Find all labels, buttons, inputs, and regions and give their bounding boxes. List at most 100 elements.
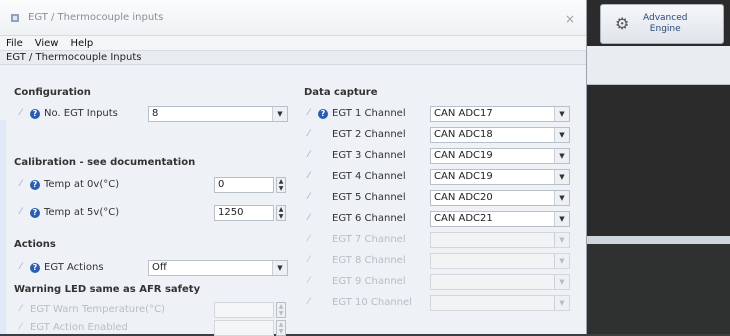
channel-select[interactable]: CAN ADC21 ▼ [430,211,570,227]
wrench-icon: ⁄ [308,297,310,307]
help-icon[interactable]: ? [30,262,40,273]
temp5-input[interactable]: 1250 [214,205,274,221]
chevron-down-icon[interactable]: ▼ [554,191,569,205]
chevron-down-icon[interactable]: ▼ [554,170,569,184]
close-icon[interactable]: × [565,12,575,26]
egt-actions-label: EGT Actions [44,262,104,273]
temp5-value: 1250 [218,207,244,218]
channel-select[interactable]: CAN ADC19 ▼ [430,169,570,185]
channel-select[interactable]: ▼ [430,295,570,311]
left-edge-highlight [0,120,6,334]
wrench-icon: ⁄ [20,179,22,189]
chevron-down-icon[interactable]: ▼ [272,261,287,275]
chevron-down-icon[interactable]: ▼ [554,128,569,142]
wrench-icon: ⁄ [20,322,22,332]
channel-select[interactable]: ▼ [430,253,570,269]
wrench-icon: ⁄ [308,171,310,181]
channel-row: ⁄ EGT 4 Channel [308,171,406,182]
wrench-icon: ⁄ [20,262,22,272]
action-enabled-label: EGT Action Enabled [30,322,128,333]
help-icon[interactable]: ? [30,108,40,119]
advanced-engine-label: Advanced Engine [643,13,687,35]
menu-file[interactable]: File [6,38,23,49]
channel-label: EGT 2 Channel [332,129,406,140]
channel-value: CAN ADC20 [434,192,493,203]
warn-temp-input[interactable] [214,302,274,318]
channel-select[interactable]: CAN ADC19 ▼ [430,148,570,164]
calibration-title: Calibration - see documentation [14,157,196,168]
actions-title: Actions [14,239,56,250]
wrench-icon: ⁄ [20,108,22,118]
wrench-icon: ⁄ [308,192,310,202]
channel-value: CAN ADC17 [434,108,493,119]
chevron-down-icon[interactable]: ▼ [554,149,569,163]
divider-strip [587,236,730,244]
help-icon[interactable]: ? [30,179,40,190]
title-bar[interactable]: EGT / Thermocouple inputs × [0,0,586,36]
panel-header: EGT / Thermocouple Inputs [0,51,586,65]
egt-actions-value: Off [152,262,167,273]
channel-row: ⁄ EGT 2 Channel [308,129,406,140]
help-icon[interactable]: ? [318,108,328,119]
temp0-stepper[interactable]: ▲ ▼ [276,177,286,193]
wrench-icon: ⁄ [308,213,310,223]
channel-label: EGT 1 Channel [332,108,406,119]
chevron-down-icon[interactable]: ▼ [554,296,569,310]
channel-row: ⁄ EGT 10 Channel [308,297,412,308]
wrench-icon: ⁄ [20,304,22,314]
channel-row: ⁄ EGT 9 Channel [308,276,406,287]
wrench-icon: ⁄ [308,276,310,286]
no-egt-row: ⁄ ? No. EGT Inputs [20,108,118,119]
warning-title: Warning LED same as AFR safety [14,284,201,295]
menu-help[interactable]: Help [70,38,93,49]
chevron-down-icon[interactable]: ▼ [272,107,287,121]
channel-label: EGT 10 Channel [332,297,412,308]
temp0-input[interactable]: 0 [214,177,274,193]
wrench-icon: ⁄ [308,234,310,244]
wrench-icon: ⁄ [20,207,22,217]
egt-actions-select[interactable]: Off ▼ [148,260,288,276]
temp5-row: ⁄ ? Temp at 5v(°C) [20,207,119,218]
warn-temp-label: EGT Warn Temperature(°C) [30,304,165,315]
temp0-label: Temp at 0v(°C) [44,179,120,190]
menu-view[interactable]: View [35,38,59,49]
chevron-down-icon[interactable]: ▼ [554,107,569,121]
temp5-label: Temp at 5v(°C) [44,207,120,218]
channel-select[interactable]: CAN ADC17 ▼ [430,106,570,122]
chevron-down-icon[interactable]: ▼ [554,275,569,289]
channel-select[interactable]: ▼ [430,274,570,290]
wrench-icon: ⁄ [308,108,310,118]
channel-label: EGT 6 Channel [332,213,406,224]
egt-actions-row: ⁄ ? EGT Actions [20,262,104,273]
chevron-down-icon[interactable]: ▼ [554,212,569,226]
channel-row: ⁄ EGT 3 Channel [308,150,406,161]
channel-label: EGT 9 Channel [332,276,406,287]
channel-select[interactable]: CAN ADC20 ▼ [430,190,570,206]
advanced-engine-button[interactable]: ⚙ Advanced Engine [600,4,724,44]
channel-row: ⁄ EGT 6 Channel [308,213,406,224]
wrench-icon: ⁄ [308,150,310,160]
no-egt-select[interactable]: 8 ▼ [148,106,288,122]
channel-select[interactable]: ▼ [430,232,570,248]
channel-value: CAN ADC19 [434,171,493,182]
channel-value: CAN ADC19 [434,150,493,161]
channel-label: EGT 8 Channel [332,255,406,266]
channel-label: EGT 4 Channel [332,171,406,182]
chevron-down-icon[interactable]: ▼ [554,254,569,268]
channel-value: CAN ADC21 [434,213,493,224]
data-capture-title: Data capture [304,87,378,98]
advanced-engine-line1: Advanced [643,13,688,23]
advanced-engine-line2: Engine [649,24,681,34]
dark-panel [587,244,730,334]
window-title: EGT / Thermocouple inputs [28,12,164,23]
temp5-stepper[interactable]: ▲ ▼ [276,205,286,221]
warn-temp-stepper[interactable]: ▲ ▼ [276,302,286,318]
menu-bar: File View Help [0,36,586,51]
channel-row: ⁄ EGT 7 Channel [308,234,406,245]
configuration-title: Configuration [14,87,91,98]
chevron-down-icon[interactable]: ▼ [554,233,569,247]
app-icon [11,13,19,22]
help-icon[interactable]: ? [30,207,40,218]
channel-select[interactable]: CAN ADC18 ▼ [430,127,570,143]
toolbar-strip [587,46,730,85]
